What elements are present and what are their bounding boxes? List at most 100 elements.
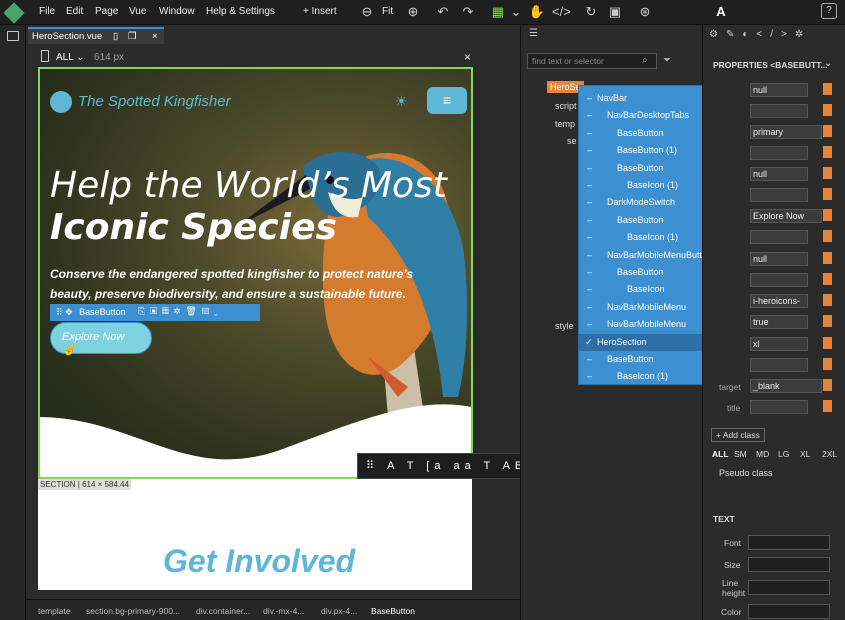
breakpoint-bar: ALL SM MD LG XL 2XL bbox=[708, 445, 845, 463]
binding-indicator-icon[interactable] bbox=[823, 104, 832, 116]
crumb[interactable]: template bbox=[38, 606, 71, 616]
breakpoint-tab[interactable]: SM bbox=[734, 449, 747, 459]
outline-node-style[interactable]: style bbox=[555, 321, 574, 331]
breakpoint-tab[interactable]: 2XL bbox=[822, 449, 837, 459]
property-value-field[interactable]: null bbox=[750, 252, 808, 266]
size-select[interactable] bbox=[748, 557, 830, 572]
property-value-field[interactable] bbox=[750, 358, 808, 372]
tab-herosection[interactable]: HeroSection.vue ▯ ❐ × bbox=[28, 27, 164, 44]
binding-indicator-icon[interactable] bbox=[823, 167, 832, 179]
help-icon[interactable]: ? bbox=[821, 3, 837, 19]
binding-indicator-icon[interactable] bbox=[823, 315, 832, 327]
refresh-icon[interactable]: ↻ bbox=[582, 3, 600, 21]
property-value-field[interactable]: null bbox=[750, 83, 808, 97]
insert-button[interactable]: + Insert bbox=[303, 6, 337, 17]
outline-search-input[interactable]: find text or selector bbox=[527, 53, 657, 69]
chevron-down-icon[interactable]: ⌄ bbox=[507, 3, 525, 21]
font-select[interactable] bbox=[748, 535, 830, 550]
tree-menu-label: NavBarMobileMenu bbox=[607, 301, 687, 312]
redo-icon[interactable]: ↷ bbox=[459, 3, 477, 21]
property-value-field[interactable] bbox=[750, 104, 808, 118]
search-icon[interactable]: ⌕ bbox=[642, 55, 648, 66]
close-icon[interactable]: × bbox=[464, 50, 471, 64]
breakpoint-tab[interactable]: ALL bbox=[712, 449, 729, 459]
device-icon[interactable] bbox=[41, 50, 49, 62]
binding-indicator-icon[interactable] bbox=[823, 230, 832, 242]
menu-edit[interactable]: Edit bbox=[66, 6, 83, 17]
property-value-field[interactable] bbox=[750, 400, 808, 414]
undo-icon[interactable]: ↶ bbox=[434, 3, 452, 21]
tree-menu-label: BaseButton (1) bbox=[617, 145, 678, 156]
binding-indicator-icon[interactable] bbox=[823, 209, 832, 221]
property-value-field[interactable] bbox=[750, 230, 808, 244]
pseudo-class-select[interactable]: Pseudo class bbox=[719, 468, 773, 478]
property-value-field[interactable]: xl bbox=[750, 337, 808, 351]
panel-tab-icons[interactable]: ⚙✎◐</>✲ bbox=[709, 29, 811, 40]
layers-icon[interactable]: ☰ bbox=[529, 28, 538, 39]
property-value-field[interactable]: _blank bbox=[750, 379, 822, 393]
crumb-current[interactable]: BaseButton bbox=[371, 606, 415, 616]
menu-vue[interactable]: Vue bbox=[129, 6, 146, 17]
binding-indicator-icon[interactable] bbox=[823, 125, 832, 137]
add-class-button[interactable]: + Add class bbox=[711, 428, 765, 442]
breakpoint-tab[interactable]: XL bbox=[800, 449, 810, 459]
property-value-field[interactable]: Explore Now bbox=[750, 209, 822, 223]
binding-indicator-icon[interactable] bbox=[823, 252, 832, 264]
breakpoint-tab[interactable]: LG bbox=[778, 449, 789, 459]
device-select[interactable]: ALL ⌄ bbox=[56, 52, 85, 63]
crumb[interactable]: section.bg-primary-900... bbox=[86, 606, 180, 616]
globe-icon[interactable]: ⊛ bbox=[636, 3, 654, 21]
fit-button[interactable]: Fit bbox=[382, 6, 393, 17]
menu-window[interactable]: Window bbox=[159, 6, 195, 17]
hand-icon[interactable]: ✋ bbox=[528, 3, 546, 21]
property-value-field[interactable]: true bbox=[750, 315, 808, 329]
outline-node-section[interactable]: se bbox=[567, 136, 577, 146]
binding-indicator-icon[interactable] bbox=[823, 83, 832, 95]
dash-icon: – bbox=[587, 249, 593, 260]
line-height-select[interactable] bbox=[748, 580, 830, 595]
zoom-in-icon[interactable]: ⊕ bbox=[404, 3, 422, 21]
menu-file[interactable]: File bbox=[39, 6, 55, 17]
tree-menu-label: NavBarMobileMenu bbox=[607, 319, 687, 330]
breadcrumb: template section.bg-primary-900... div.c… bbox=[26, 599, 520, 620]
color-picker[interactable] bbox=[748, 604, 830, 619]
chevron-down-icon[interactable]: ⌄ bbox=[824, 58, 832, 69]
crumb[interactable]: div.px-4... bbox=[321, 606, 357, 616]
element-actions[interactable]: ⎘▣▦✲🗑▨⌄ bbox=[138, 306, 223, 317]
title-label: title bbox=[727, 403, 741, 413]
code-icon[interactable]: </> bbox=[552, 3, 571, 21]
zoom-out-icon[interactable]: ⊖ bbox=[358, 3, 376, 21]
phone-icon[interactable]: ▯ bbox=[113, 31, 118, 42]
preview-icon[interactable]: ▣ bbox=[606, 3, 624, 21]
property-value-field[interactable] bbox=[750, 188, 808, 202]
property-value-field[interactable] bbox=[750, 146, 808, 160]
property-value-field[interactable]: i-heroicons- bbox=[750, 294, 808, 308]
layout-icon[interactable]: ▦ bbox=[489, 3, 507, 21]
property-value-field[interactable]: null bbox=[750, 167, 808, 181]
window-icon[interactable]: ❐ bbox=[128, 31, 137, 42]
binding-indicator-icon[interactable] bbox=[823, 294, 832, 306]
menu-help[interactable]: Help & Settings bbox=[206, 6, 275, 17]
crumb[interactable]: div.container... bbox=[196, 606, 250, 616]
binding-indicator-icon[interactable] bbox=[823, 188, 832, 200]
dash-icon: – bbox=[587, 180, 593, 190]
binding-indicator-icon[interactable] bbox=[823, 379, 832, 391]
drag-handle-icon[interactable]: ⠿ ✥ bbox=[56, 307, 73, 317]
dash-icon: – bbox=[587, 267, 593, 277]
property-value-field[interactable]: primary bbox=[750, 125, 822, 139]
files-icon[interactable] bbox=[7, 31, 19, 41]
binding-indicator-icon[interactable] bbox=[823, 273, 832, 285]
color-label: Color bbox=[721, 607, 742, 617]
binding-indicator-icon[interactable] bbox=[823, 337, 832, 349]
binding-indicator-icon[interactable] bbox=[823, 400, 832, 412]
breakpoint-tab[interactable]: MD bbox=[756, 449, 769, 459]
binding-indicator-icon[interactable] bbox=[823, 146, 832, 158]
outline-node-script[interactable]: script bbox=[555, 101, 577, 111]
filter-icon[interactable]: ⏷ bbox=[663, 55, 671, 66]
property-value-field[interactable] bbox=[750, 273, 808, 287]
binding-indicator-icon[interactable] bbox=[823, 358, 832, 370]
crumb[interactable]: div.-mx-4... bbox=[263, 606, 304, 616]
menu-page[interactable]: Page bbox=[95, 6, 118, 17]
outline-node-template[interactable]: temp bbox=[555, 119, 575, 129]
close-icon[interactable]: × bbox=[152, 31, 158, 42]
